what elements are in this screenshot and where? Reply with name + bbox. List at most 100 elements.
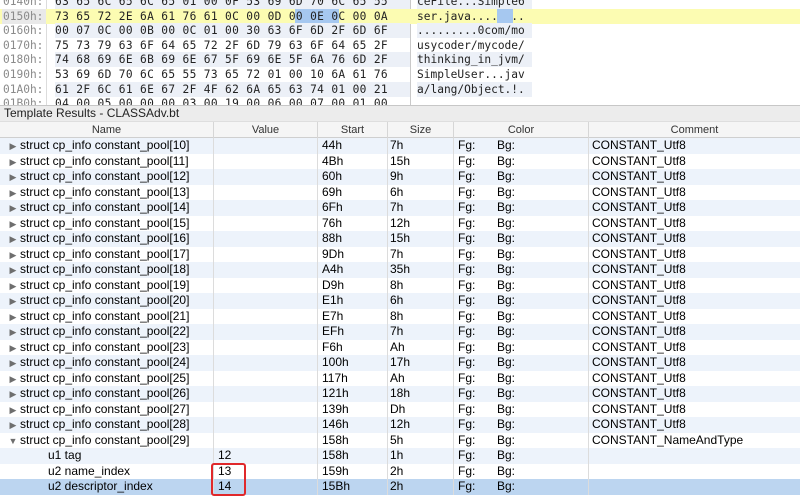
cell-value[interactable] — [214, 153, 318, 169]
disclosure-triangle-right-icon[interactable]: ▶ — [8, 403, 18, 418]
disclosure-triangle-right-icon[interactable]: ▶ — [8, 387, 18, 402]
table-row[interactable]: ▶ struct cp_info constant_pool[21] E7h 8h Fg… — [0, 308, 800, 325]
hex-ascii[interactable]: thinking_in_jvm/ — [417, 52, 532, 68]
table-row[interactable]: ▶ struct cp_info constant_pool[22] EFh 7h Fg… — [0, 324, 800, 340]
cell-value[interactable] — [214, 293, 318, 309]
disclosure-triangle-down-icon[interactable]: ▼ — [8, 434, 18, 449]
cell-color[interactable]: Fg: Bg: — [454, 231, 589, 247]
hex-bytes[interactable]: 75 73 79 63 6F 64 65 72 2F 6D 79 63 6F 6… — [55, 38, 410, 53]
cell-color[interactable]: Fg: Bg: — [454, 386, 589, 402]
table-row[interactable]: ▶ struct cp_info constant_pool[24] 100h 17h… — [0, 355, 800, 371]
hex-editor[interactable]: 0140h: 63 65 6C 65 6C 65 01 00 0F 53 69 6… — [0, 0, 800, 105]
cell-color[interactable]: Fg: Bg: — [454, 200, 589, 216]
table-row[interactable]: u1 tag 12 158h 1h Fg: Bg: — [0, 448, 800, 464]
disclosure-triangle-right-icon[interactable]: ▶ — [8, 325, 18, 340]
cell-value[interactable] — [214, 215, 318, 231]
disclosure-triangle-right-icon[interactable]: ▶ — [8, 263, 18, 278]
column-header-start[interactable]: Start — [318, 122, 388, 138]
cell-value[interactable] — [214, 370, 318, 386]
disclosure-triangle-right-icon[interactable]: ▶ — [8, 232, 18, 247]
column-header-comment[interactable]: Comment — [589, 122, 800, 138]
hex-ascii[interactable]: ................ — [417, 96, 532, 105]
disclosure-triangle-right-icon[interactable]: ▶ — [8, 170, 18, 185]
hex-ascii[interactable]: .........0com/mo — [417, 23, 532, 39]
table-row[interactable]: ▶ struct cp_info constant_pool[16] 88h 15h F… — [0, 231, 800, 247]
table-row[interactable]: ▶ struct cp_info constant_pool[13] 69h 6h Fg… — [0, 184, 800, 201]
table-row[interactable]: ▶ struct cp_info constant_pool[15] 76h 12h F… — [0, 215, 800, 232]
hex-row[interactable]: 0150h: 73 65 72 2E 6A 61 76 61 0C 00 0D 0… — [0, 8, 800, 24]
disclosure-triangle-right-icon[interactable]: ▶ — [8, 310, 18, 325]
table-row[interactable]: ▶ struct cp_info constant_pool[19] D9h 8h Fg… — [0, 277, 800, 294]
cell-value[interactable] — [214, 277, 318, 293]
disclosure-triangle-right-icon[interactable]: ▶ — [8, 186, 18, 201]
cell-value[interactable] — [214, 138, 318, 154]
cell-value[interactable] — [214, 246, 318, 262]
table-row[interactable]: u2 descriptor_index 14 15Bh 2h Fg: Bg: — [0, 479, 800, 495]
disclosure-triangle-right-icon[interactable]: ▶ — [8, 356, 18, 371]
cell-value[interactable] — [214, 184, 318, 200]
table-row[interactable]: ▶ struct cp_info constant_pool[25] 117h Ah F… — [0, 370, 800, 387]
cell-color[interactable]: Fg: Bg: — [454, 277, 589, 293]
cell-color[interactable]: Fg: Bg: — [454, 339, 589, 355]
table-row[interactable]: ▶ struct cp_info constant_pool[14] 6Fh 7h Fg… — [0, 200, 800, 216]
disclosure-triangle-right-icon[interactable]: ▶ — [8, 155, 18, 170]
cell-value[interactable] — [214, 324, 318, 340]
cell-value[interactable] — [214, 231, 318, 247]
hex-bytes[interactable]: 73 65 72 2E 6A 61 76 61 0C 00 0D 00 0E 0… — [55, 9, 410, 24]
hex-bytes[interactable]: 61 2F 6C 61 6E 67 2F 4F 62 6A 65 63 74 0… — [55, 81, 410, 97]
table-row[interactable]: ▼ struct cp_info constant_pool[29] 158h 5h F… — [0, 432, 800, 449]
cell-color[interactable]: Fg: Bg: — [454, 169, 589, 185]
table-row[interactable]: ▶ struct cp_info constant_pool[18] A4h 35h F… — [0, 262, 800, 278]
cell-value[interactable] — [214, 200, 318, 216]
cell-color[interactable]: Fg: Bg: — [454, 401, 589, 417]
table-row[interactable]: u2 name_index 13 159h 2h Fg: Bg: — [0, 463, 800, 479]
cell-value[interactable] — [214, 401, 318, 417]
disclosure-triangle-right-icon[interactable]: ▶ — [8, 294, 18, 309]
cell-value[interactable] — [214, 169, 318, 185]
hex-row[interactable]: 0170h: 75 73 79 63 6F 64 65 72 2F 6D 79 6… — [0, 38, 800, 53]
hex-bytes[interactable]: 04 00 05 00 00 00 03 00 19 00 06 00 07 0… — [55, 96, 410, 105]
column-header-name[interactable]: Name — [0, 122, 214, 138]
cell-color[interactable]: Fg: Bg: — [454, 262, 589, 278]
cell-color[interactable]: Fg: Bg: — [454, 293, 589, 309]
cell-color[interactable]: Fg: Bg: — [454, 417, 589, 433]
cell-color[interactable]: Fg: Bg: — [454, 138, 589, 154]
cell-color[interactable]: Fg: Bg: — [454, 479, 589, 495]
cell-color[interactable]: Fg: Bg: — [454, 432, 589, 448]
table-row[interactable]: ▶ struct cp_info constant_pool[17] 9Dh 7h Fg… — [0, 246, 800, 263]
table-row[interactable]: ▶ struct cp_info constant_pool[26] 121h 18h… — [0, 386, 800, 402]
disclosure-triangle-right-icon[interactable]: ▶ — [8, 279, 18, 294]
hex-row[interactable]: 0160h: 00 07 0C 00 0B 00 0C 01 00 30 63 6… — [0, 23, 800, 39]
hex-bytes[interactable]: 53 69 6D 70 6C 65 55 73 65 72 01 00 10 6… — [55, 67, 410, 82]
cell-value[interactable] — [214, 355, 318, 371]
disclosure-triangle-right-icon[interactable]: ▶ — [8, 418, 18, 433]
cell-color[interactable]: Fg: Bg: — [454, 246, 589, 262]
cell-color[interactable]: Fg: Bg: — [454, 324, 589, 340]
cell-value[interactable] — [214, 262, 318, 278]
cell-value[interactable] — [214, 386, 318, 402]
disclosure-triangle-right-icon[interactable]: ▶ — [8, 341, 18, 356]
cell-value[interactable] — [214, 339, 318, 355]
hex-bytes[interactable]: 74 68 69 6E 6B 69 6E 67 5F 69 6E 5F 6A 7… — [55, 52, 410, 68]
column-header-value[interactable]: Value — [214, 122, 318, 138]
disclosure-triangle-right-icon[interactable]: ▶ — [8, 372, 18, 387]
cell-color[interactable]: Fg: Bg: — [454, 370, 589, 386]
hex-ascii[interactable]: ser.java........ — [417, 9, 532, 24]
column-header-size[interactable]: Size — [388, 122, 454, 138]
table-row[interactable]: ▶ struct cp_info constant_pool[10] 44h 7h Fg… — [0, 138, 800, 154]
table-row[interactable]: ▶ struct cp_info constant_pool[20] E1h 6h Fg… — [0, 293, 800, 309]
table-row[interactable]: ▶ struct cp_info constant_pool[23] F6h Ah Fg… — [0, 339, 800, 356]
hex-ascii[interactable]: a/lang/Object.!. — [417, 81, 532, 97]
hex-row[interactable]: 01A0h: 61 2F 6C 61 6E 67 2F 4F 62 6A 65 6… — [0, 81, 800, 97]
disclosure-triangle-right-icon[interactable]: ▶ — [8, 139, 18, 154]
cell-color[interactable]: Fg: Bg: — [454, 308, 589, 324]
cell-color[interactable]: Fg: Bg: — [454, 184, 589, 200]
cell-value[interactable] — [214, 417, 318, 433]
cell-color[interactable]: Fg: Bg: — [454, 463, 589, 479]
table-row[interactable]: ▶ struct cp_info constant_pool[28] 146h 12h… — [0, 417, 800, 433]
disclosure-triangle-right-icon[interactable]: ▶ — [8, 217, 18, 232]
disclosure-triangle-right-icon[interactable]: ▶ — [8, 248, 18, 263]
hex-row[interactable]: 0180h: 74 68 69 6E 6B 69 6E 67 5F 69 6E 5… — [0, 52, 800, 68]
table-row[interactable]: ▶ struct cp_info constant_pool[27] 139h Dh F… — [0, 401, 800, 418]
cell-color[interactable]: Fg: Bg: — [454, 355, 589, 371]
